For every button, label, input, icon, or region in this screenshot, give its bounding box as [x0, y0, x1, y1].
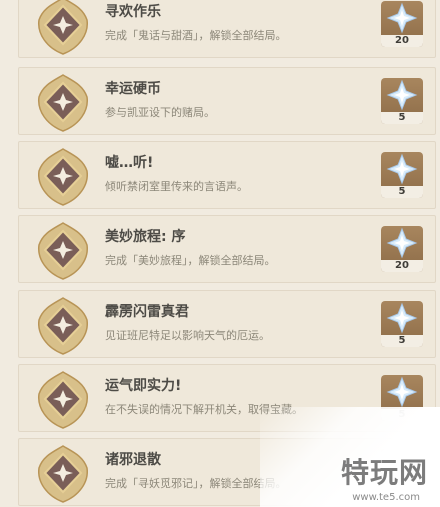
achievement-title: 寻欢作乐	[105, 4, 161, 20]
primogem-icon	[386, 227, 418, 259]
reward-item[interactable]: 20	[381, 1, 423, 47]
achievement-card[interactable]: 霹雳闪雷真君 见证班尼特足以影响天气的厄运。 5	[18, 290, 436, 358]
achievement-title: 运气即实力!	[105, 378, 182, 394]
reward-item[interactable]: 5	[381, 152, 423, 198]
reward-item[interactable]: 5	[381, 301, 423, 347]
watermark: 特玩网 www.te5.com	[260, 407, 440, 507]
primogem-icon	[386, 2, 418, 34]
achievement-title: 诸邪退散	[105, 452, 161, 468]
achievement-medal-icon	[38, 148, 88, 206]
achievement-title: 美妙旅程: 序	[105, 229, 186, 245]
reward-count: 20	[381, 260, 423, 272]
achievement-description: 见证班尼特足以影响天气的厄运。	[105, 329, 270, 342]
achievement-title: 霹雳闪雷真君	[105, 304, 189, 320]
primogem-icon	[386, 376, 418, 408]
achievement-description: 参与凯亚设下的赌局。	[105, 106, 215, 119]
achievement-description: 倾听禁闭室里传来的言语声。	[105, 180, 248, 193]
reward-count: 20	[381, 35, 423, 47]
reward-count: 5	[381, 186, 423, 198]
reward-item[interactable]: 5	[381, 78, 423, 124]
achievement-card[interactable]: 寻欢作乐 完成「鬼话与甜酒」，解锁全部结局。 20	[18, 0, 436, 58]
primogem-icon	[386, 302, 418, 334]
reward-item[interactable]: 20	[381, 226, 423, 272]
achievement-medal-icon	[38, 297, 88, 355]
achievement-card[interactable]: 嘘…听! 倾听禁闭室里传来的言语声。 5	[18, 141, 436, 209]
primogem-icon	[386, 79, 418, 111]
achievement-medal-icon	[38, 74, 88, 132]
achievement-title: 嘘…听!	[105, 155, 154, 171]
watermark-url: www.te5.com	[352, 492, 420, 503]
achievement-medal-icon	[38, 0, 88, 55]
achievement-description: 完成「美妙旅程」，解锁全部结局。	[105, 254, 276, 267]
reward-count: 5	[381, 335, 423, 347]
achievement-card[interactable]: 幸运硬币 参与凯亚设下的赌局。 5	[18, 67, 436, 135]
achievement-card[interactable]: 美妙旅程: 序 完成「美妙旅程」，解锁全部结局。 20	[18, 215, 436, 283]
reward-count: 5	[381, 112, 423, 124]
primogem-icon	[386, 153, 418, 185]
achievement-medal-icon	[38, 222, 88, 280]
achievement-medal-icon	[38, 371, 88, 429]
achievement-medal-icon	[38, 445, 88, 503]
watermark-logo: 特玩网	[340, 456, 428, 489]
achievement-title: 幸运硬币	[105, 81, 161, 97]
achievement-description: 完成「鬼话与甜酒」，解锁全部结局。	[105, 29, 287, 42]
